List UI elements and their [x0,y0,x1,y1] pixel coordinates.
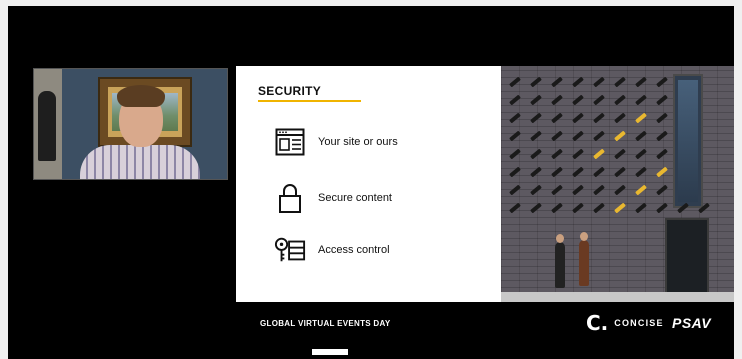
security-camera [635,94,647,106]
security-camera [635,184,647,196]
security-camera [530,94,542,106]
security-camera [551,94,563,106]
security-camera [656,94,668,106]
security-camera [593,76,605,88]
security-camera [551,166,563,178]
security-camera [530,112,542,124]
concise-name: CONCISE [614,318,664,328]
security-camera [593,112,605,124]
security-camera [656,130,668,142]
security-camera [509,130,521,142]
security-camera [593,166,605,178]
security-camera [551,130,563,142]
security-camera [551,112,563,124]
security-camera [509,94,521,106]
security-camera [572,94,584,106]
security-camera [614,184,626,196]
security-camera [593,130,605,142]
security-camera [614,130,626,142]
person-figure [579,232,589,286]
security-camera [530,184,542,196]
security-camera [551,76,563,88]
security-camera [509,76,521,88]
security-camera [656,76,668,88]
security-camera [656,202,668,214]
security-camera [635,112,647,124]
browser-window-icon [274,126,306,158]
concise-mark: C. [586,311,609,335]
security-camera [551,202,563,214]
security-camera [509,112,521,124]
security-camera [614,76,626,88]
security-camera [572,76,584,88]
security-camera [509,148,521,160]
security-camera [635,202,647,214]
security-camera [614,202,626,214]
security-camera [656,184,668,196]
security-camera [656,148,668,160]
padlock-icon [274,182,306,214]
security-camera [614,94,626,106]
person-figure [555,234,565,288]
security-camera [530,202,542,214]
feature-label: Your site or ours [318,136,398,148]
security-camera [572,166,584,178]
presentation-stage: SECURITY Your site or ours Secure conten… [8,6,734,359]
security-camera [530,148,542,160]
security-camera [614,166,626,178]
security-camera [530,76,542,88]
security-camera [593,202,605,214]
security-camera [635,148,647,160]
security-cameras-photo [501,66,734,302]
security-camera [551,184,563,196]
security-camera [614,148,626,160]
feature-label: Access control [318,244,390,256]
security-camera [509,166,521,178]
security-camera [572,202,584,214]
presenter-webcam [33,68,228,180]
key-access-icon [274,234,306,266]
slide-content: SECURITY Your site or ours Secure conten… [236,66,501,302]
security-camera [635,76,647,88]
security-camera [635,166,647,178]
security-camera [593,148,605,160]
security-camera [572,184,584,196]
security-camera [530,130,542,142]
security-camera [614,112,626,124]
security-camera [509,184,521,196]
feature-access-control: Access control [274,234,390,266]
security-camera [572,130,584,142]
security-camera [593,94,605,106]
feature-secure-content: Secure content [274,182,392,214]
psav-logo: PSAV [672,315,712,331]
concise-logo: C. CONCISE [586,313,664,333]
security-camera [656,112,668,124]
security-camera [656,166,668,178]
security-camera [572,112,584,124]
security-camera [593,184,605,196]
presenter-shirt [80,145,200,179]
control-bar-handle[interactable] [312,349,348,355]
security-camera [530,166,542,178]
event-label: GLOBAL VIRTUAL EVENTS DAY [260,319,391,328]
feature-your-site: Your site or ours [274,126,398,158]
security-camera [635,130,647,142]
feature-label: Secure content [318,192,392,204]
security-camera [572,148,584,160]
slide-title: SECURITY [258,84,322,98]
security-camera [551,148,563,160]
title-underline [258,100,361,102]
security-camera [509,202,521,214]
